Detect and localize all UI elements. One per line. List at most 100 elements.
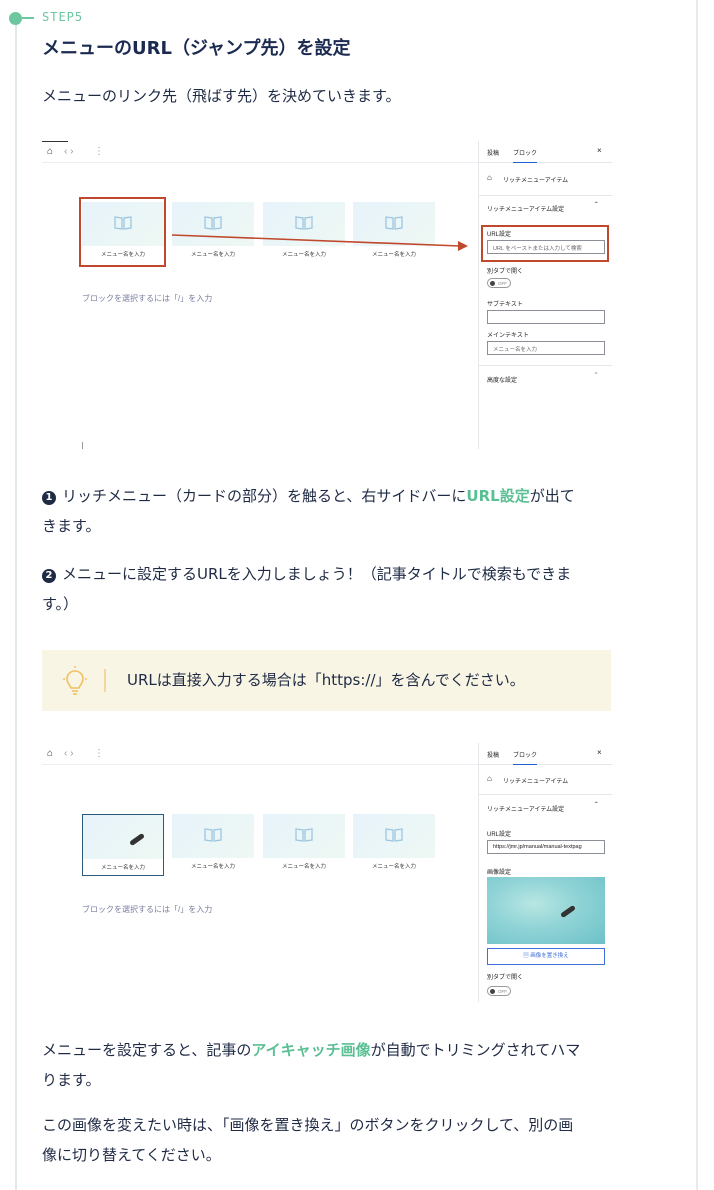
more-options-icon[interactable]: ⋮ [94, 146, 104, 157]
card-label: メニュー名を入力 [371, 864, 416, 870]
card-label: メニュー名を入力 [100, 865, 145, 871]
note-1-line2: きます。 [42, 517, 101, 535]
tab-post[interactable]: 投稿 [487, 148, 499, 157]
menu-card-2[interactable]: メニュー名を入力 [172, 814, 254, 876]
tab-post[interactable]: 投稿 [487, 750, 499, 759]
image-preview [487, 877, 605, 944]
paragraph-4: この画像を変えたい時は、「画像を置き換え」のボタンをクリックして、別の画 像に切り… [42, 1110, 612, 1170]
newtab-toggle[interactable]: OFF [487, 986, 511, 996]
para-3-text: メニューを設定すると、記事の [42, 1041, 252, 1059]
step-label: STEP5 [42, 10, 84, 24]
sidebar-tabs: 投稿 ブロック × [479, 141, 612, 163]
tab-block[interactable]: ブロック [513, 148, 538, 163]
maintext-label: メインテキスト [487, 333, 529, 339]
step-dot [9, 12, 22, 25]
tip-box: URLは直接入力する場合は「https://」を含んでください。 [42, 650, 611, 711]
maintext-input[interactable]: メニュー名を入力 [487, 341, 605, 355]
para-4-text: この画像を変えたい時は、「画像を置き換え」のボタンをクリックして、別の画 [42, 1116, 574, 1134]
tab-block[interactable]: ブロック [513, 750, 538, 765]
editor-toolbar: ⌂ ‹ › ⋮ [42, 743, 478, 765]
highlight-url-box [481, 225, 609, 262]
boat-image [129, 832, 145, 847]
block-icon: ⌂ [487, 774, 492, 783]
image-label: 画像設定 [487, 870, 512, 876]
book-icon [204, 828, 222, 842]
para-3-text-after: が自動でトリミングされてハマ [370, 1041, 581, 1059]
paragraph-3: メニューを設定すると、記事のアイキャッチ画像が自動でトリミングされてハマります。 [42, 1035, 612, 1095]
editor-screenshot-2: ⌂ ‹ › ⋮ メニュー名を入力 メニュー名を入力 メニュー名を入力 メニュー名… [42, 743, 612, 1002]
lightbulb-icon [63, 666, 87, 695]
note-1: 1 リッチメニュー（カードの部分）を触ると、右サイドバーにURL設定が出て きます。 [42, 481, 612, 541]
card-label: メニュー名を入力 [190, 864, 235, 870]
divider [479, 365, 612, 366]
toggle-text: OFF [498, 989, 507, 994]
settings-sidebar: 投稿 ブロック × ⌂ リッチメニューアイテム リッチメニューアイテム設定 ˆ … [478, 141, 612, 449]
panel-title[interactable]: リッチメニューアイテム設定 [487, 204, 564, 213]
chevron-down-icon[interactable]: ˇ [595, 373, 597, 380]
advanced-settings[interactable]: 高度な設定 [487, 375, 517, 384]
intro-text: メニューのリンク先（飛ばす先）を決めていきます。 [42, 87, 401, 105]
book-icon [385, 216, 403, 230]
step-timeline [15, 18, 17, 1190]
settings-sidebar: 投稿 ブロック × ⌂ リッチメニューアイテム リッチメニューアイテム設定 ˆ … [478, 743, 612, 1002]
newtab-toggle[interactable]: OFF [487, 278, 511, 288]
highlight-card-box [79, 197, 166, 267]
chevron-up-icon[interactable]: ˆ [595, 201, 598, 210]
book-icon [385, 828, 403, 842]
note-1-text-after: が出て [529, 487, 575, 505]
card-label: メニュー名を入力 [281, 864, 326, 870]
subtext-input[interactable] [487, 310, 605, 324]
block-hint: ブロックを選択するには「/」を入力 [82, 294, 213, 303]
close-icon[interactable]: × [597, 146, 602, 155]
block-name: リッチメニューアイテム [503, 779, 569, 785]
card-label: メニュー名を入力 [281, 252, 326, 258]
number-badge: 2 [42, 569, 56, 583]
note-2-line2: す。） [42, 595, 79, 613]
card-image [83, 815, 163, 859]
block-icon: ⌂ [487, 173, 492, 182]
card-image [353, 814, 435, 858]
replace-image-button[interactable]: ▤ 画像を置き換え [487, 948, 605, 965]
close-icon[interactable]: × [597, 748, 602, 757]
step-connector [22, 17, 34, 19]
tip-text: URLは直接入力する場合は「https://」を含んでください。 [127, 671, 525, 689]
url-label: URL設定 [487, 832, 512, 838]
content-border [696, 0, 698, 1190]
para-4-line2: 像に切り替えてください。 [42, 1146, 221, 1164]
para-3-line2: ります。 [42, 1071, 101, 1089]
subtext-label: サブテキスト [487, 302, 523, 308]
sidebar-tabs: 投稿 ブロック × [479, 743, 612, 765]
home-icon[interactable]: ⌂ [47, 146, 53, 157]
block-name: リッチメニューアイテム [503, 178, 569, 184]
note-1-text: リッチメニュー（カードの部分）を触ると、右サイドバーに [62, 487, 467, 505]
nav-arrows-icon[interactable]: ‹ › [64, 146, 73, 157]
note-2: 2 メニューに設定するURLを入力しましょう！（記事タイトルで検索もできま す。） [42, 559, 612, 619]
url-input[interactable]: https://jmr.jp/manual/manual-textpag [487, 840, 605, 854]
nav-arrows-icon[interactable]: ‹ › [64, 748, 73, 759]
newtab-label: 別タブで開く [487, 269, 524, 275]
para-3-highlight: アイキャッチ画像 [251, 1041, 371, 1059]
card-image [172, 814, 254, 858]
text-caret [82, 442, 83, 449]
card-label: メニュー名を入力 [190, 252, 235, 258]
book-icon [204, 216, 222, 230]
note-1-highlight: URL設定 [466, 487, 530, 505]
home-icon[interactable]: ⌂ [47, 748, 53, 759]
book-icon [295, 828, 313, 842]
newtab-label: 別タブで開く [487, 975, 524, 981]
replace-image-label: 画像を置き換え [530, 953, 569, 959]
toggle-text: OFF [498, 281, 507, 286]
section-title: メニューのURL（ジャンプ先）を設定 [42, 38, 351, 59]
book-icon [295, 216, 313, 230]
divider [479, 794, 612, 795]
tip-separator [104, 669, 106, 692]
card-label: メニュー名を入力 [371, 252, 416, 258]
card-image [263, 814, 345, 858]
panel-title[interactable]: リッチメニューアイテム設定 [487, 804, 564, 813]
more-options-icon[interactable]: ⋮ [94, 748, 104, 759]
chevron-up-icon[interactable]: ˆ [595, 801, 598, 810]
menu-card-1[interactable]: メニュー名を入力 [82, 814, 164, 876]
editor-screenshot-1: ⌂ ‹ › ⋮ メニュー名を入力 メニュー名を入力 メニュー名を入力 メニュー名… [42, 141, 612, 449]
menu-card-4[interactable]: メニュー名を入力 [353, 814, 435, 876]
menu-card-3[interactable]: メニュー名を入力 [263, 814, 345, 876]
